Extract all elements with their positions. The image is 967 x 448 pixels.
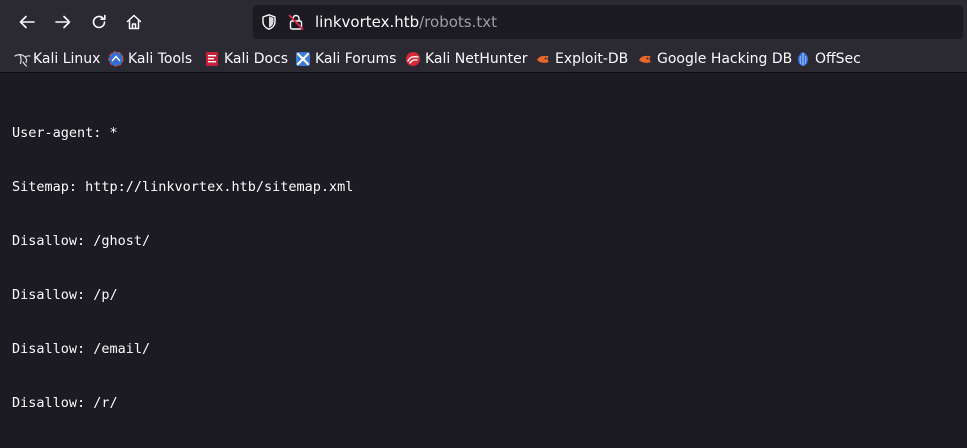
reload-button[interactable] <box>83 6 115 38</box>
bookmark-kali-tools[interactable]: Kali Tools <box>108 49 192 69</box>
page-content: User-agent: * Sitemap: http://linkvortex… <box>0 74 967 411</box>
ghdb-icon <box>637 51 653 67</box>
home-icon <box>126 14 142 30</box>
nethunter-icon <box>405 51 421 67</box>
bookmark-label: Exploit-DB <box>555 51 629 67</box>
offsec-icon <box>795 51 811 67</box>
robots-line: Sitemap: http://linkvortex.htb/sitemap.x… <box>12 179 354 195</box>
bookmark-kali-linux[interactable]: Kali Linux <box>13 49 100 69</box>
exploit-db-icon <box>535 51 551 67</box>
robots-line: User-agent: * <box>12 125 118 141</box>
kali-forums-icon <box>295 51 311 67</box>
bookmark-label: Kali NetHunter <box>425 51 528 67</box>
robots-txt-text: User-agent: * Sitemap: http://linkvortex… <box>12 88 353 448</box>
robots-line: Disallow: /r/ <box>12 395 118 411</box>
bookmark-kali-forums[interactable]: Kali Forums <box>295 49 396 69</box>
arrow-right-icon <box>55 15 71 29</box>
arrow-left-icon <box>19 15 35 29</box>
url-text[interactable]: linkvortex.htb/robots.txt <box>315 13 497 31</box>
tracking-protection-shield-icon[interactable] <box>260 13 278 35</box>
robots-line: Disallow: /email/ <box>12 341 151 357</box>
bookmark-label: Kali Linux <box>33 51 101 67</box>
back-button[interactable] <box>11 6 43 38</box>
browser-toolbar: linkvortex.htb/robots.txt <box>0 0 967 44</box>
bookmark-label: Kali Forums <box>315 51 397 67</box>
home-button[interactable] <box>118 6 150 38</box>
bookmark-exploit-db[interactable]: Exploit-DB <box>535 49 628 69</box>
robots-line: Disallow: /ghost/ <box>12 233 151 249</box>
bookmarks-toolbar: Kali Linux Kali Tools Kali Docs Kali For… <box>0 44 967 73</box>
bookmark-label: Google Hacking DB <box>657 51 793 67</box>
url-path: /robots.txt <box>419 13 498 31</box>
bookmark-offsec[interactable]: OffSec <box>795 49 861 69</box>
forward-button[interactable] <box>47 6 79 38</box>
bookmark-kali-nethunter[interactable]: Kali NetHunter <box>405 49 527 69</box>
robots-line: Disallow: /p/ <box>12 287 118 303</box>
kali-dragon-icon <box>13 51 31 67</box>
kali-docs-icon <box>204 51 220 67</box>
kali-tools-icon <box>108 51 124 67</box>
bookmark-label: OffSec <box>815 51 861 67</box>
insecure-lock-icon[interactable] <box>287 13 305 35</box>
bookmark-label: Kali Docs <box>224 51 289 67</box>
address-bar[interactable]: linkvortex.htb/robots.txt <box>253 5 963 39</box>
bookmark-google-hacking-db[interactable]: Google Hacking DB <box>637 49 792 69</box>
bookmark-label: Kali Tools <box>128 51 193 67</box>
url-host: linkvortex.htb <box>315 13 420 31</box>
reload-icon <box>92 14 106 29</box>
bookmark-kali-docs[interactable]: Kali Docs <box>204 49 288 69</box>
